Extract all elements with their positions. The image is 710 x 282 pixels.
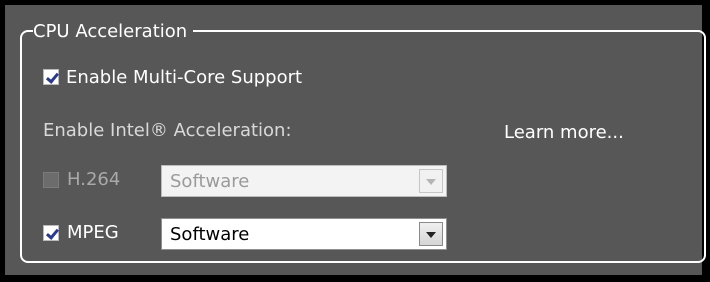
chevron-down-icon[interactable]	[419, 169, 443, 193]
mpeg-label: MPEG	[67, 222, 119, 243]
h264-decoder-select[interactable]: Software	[161, 165, 447, 197]
h264-checkbox[interactable]	[43, 172, 59, 188]
learn-more-link[interactable]: Learn more...	[504, 121, 624, 145]
h264-select-value: Software	[170, 171, 250, 192]
mpeg-checkbox[interactable]	[43, 225, 59, 241]
multi-core-label[interactable]: Enable Multi-Core Support	[66, 66, 302, 90]
intel-acceleration-label: Enable Intel® Acceleration:	[43, 120, 292, 141]
multi-core-checkbox[interactable]	[43, 69, 59, 85]
chevron-down-icon[interactable]	[419, 222, 443, 246]
mpeg-decoder-select[interactable]: Software	[161, 218, 447, 250]
h264-label: H.264	[67, 169, 121, 190]
mpeg-select-value: Software	[170, 224, 250, 245]
groupbox-title: CPU Acceleration	[33, 20, 194, 44]
